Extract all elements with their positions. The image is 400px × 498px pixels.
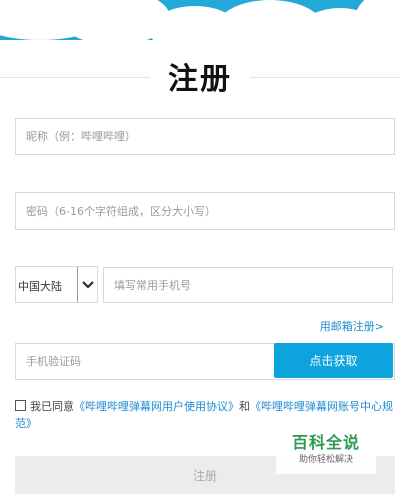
get-sms-code-button[interactable]: 点击获取	[274, 343, 393, 378]
user-agreement-link[interactable]: 《哔哩哔哩弹幕网用户使用协议》	[74, 400, 239, 413]
phone-field[interactable]	[103, 267, 393, 303]
region-select[interactable]: 中国大陆	[15, 266, 98, 303]
nickname-input[interactable]	[16, 119, 394, 154]
region-select-value: 中国大陆	[18, 280, 62, 293]
agree-checkbox[interactable]	[15, 400, 26, 411]
nickname-field[interactable]	[15, 118, 395, 155]
email-register-link[interactable]: 用邮箱注册>	[320, 318, 384, 334]
header-cloud-banner	[0, 0, 400, 40]
phone-input[interactable]	[104, 268, 392, 302]
page-title: 注册	[168, 62, 232, 97]
watermark-logo: 百科全说 助你轻松解决	[276, 432, 376, 474]
watermark-title: 百科全说	[291, 433, 360, 452]
agree-prefix-text: 我已同意	[30, 400, 74, 413]
page-title-row: 注册	[0, 50, 400, 100]
watermark-subtitle: 助你轻松解决	[298, 455, 353, 465]
password-input[interactable]	[16, 193, 394, 229]
password-field[interactable]	[15, 192, 395, 230]
agreement-row: 我已同意《哔哩哔哩弹幕网用户使用协议》和《哔哩哔哩弹幕网账号中心规范》	[15, 398, 395, 432]
agree-and-text: 和	[239, 400, 250, 413]
chevron-down-icon[interactable]	[77, 267, 97, 302]
